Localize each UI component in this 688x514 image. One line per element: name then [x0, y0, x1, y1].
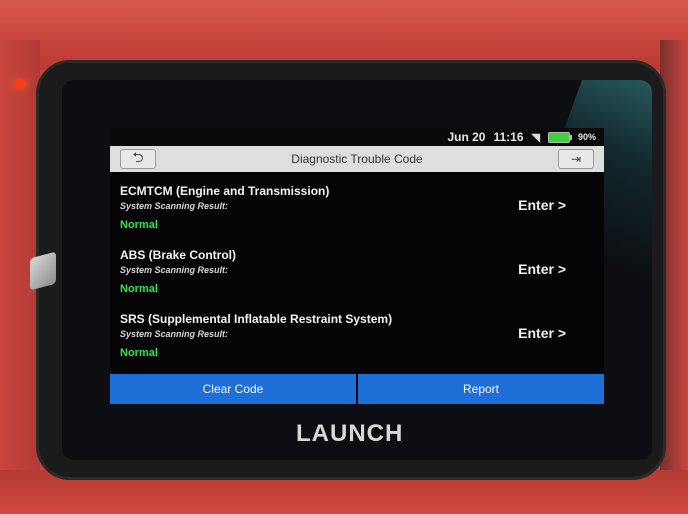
title-bar: ⮌ Diagnostic Trouble Code ⇥ — [110, 146, 604, 172]
scan-result-label: System Scanning Result: — [120, 329, 229, 339]
status-time: 11:16 — [493, 130, 524, 144]
battery-icon — [547, 131, 572, 143]
list-item: ECMTCM (Engine and Transmission) System … — [110, 174, 604, 238]
enter-button[interactable]: Enter > — [518, 261, 566, 277]
system-list: ECMTCM (Engine and Transmission) System … — [110, 174, 604, 366]
clear-code-button[interactable]: Clear Code — [110, 374, 356, 404]
scan-status: Normal — [120, 219, 158, 231]
list-item: SRS (Supplemental Inflatable Restraint S… — [110, 302, 604, 366]
system-name: ABS (Brake Control) — [120, 248, 237, 262]
battery-percent: 90% — [577, 132, 596, 142]
scan-status: Normal — [120, 347, 158, 359]
enter-button[interactable]: Enter > — [518, 325, 566, 341]
report-button[interactable]: Report — [358, 374, 604, 404]
exit-icon: ⇥ — [570, 152, 582, 166]
power-led — [14, 80, 26, 88]
status-date: Jun 20 — [447, 130, 486, 144]
enter-button[interactable]: Enter > — [518, 197, 566, 213]
list-item: ABS (Brake Control) System Scanning Resu… — [110, 238, 604, 302]
scan-result-label: System Scanning Result: — [120, 201, 229, 211]
status-bar: Jun 20 11:16 ◥ 90% — [110, 128, 604, 146]
system-name: SRS (Supplemental Inflatable Restraint S… — [120, 312, 393, 326]
app-window: Jun 20 11:16 ◥ 90% ⮌ Diagnostic Trouble … — [110, 128, 604, 404]
back-button[interactable]: ⮌ — [120, 149, 156, 169]
scan-status: Normal — [120, 283, 158, 295]
wifi-icon: ◥ — [531, 131, 540, 144]
system-name: ECMTCM (Engine and Transmission) — [120, 184, 330, 198]
brand-logo: LAUNCH — [296, 420, 404, 447]
scan-result-label: System Scanning Result: — [120, 265, 229, 275]
back-arrow-icon: ⮌ — [132, 149, 144, 165]
exit-button[interactable]: ⇥ — [558, 149, 594, 169]
action-bar: Clear Code Report — [110, 374, 604, 404]
page-title: Diagnostic Trouble Code — [291, 152, 423, 166]
